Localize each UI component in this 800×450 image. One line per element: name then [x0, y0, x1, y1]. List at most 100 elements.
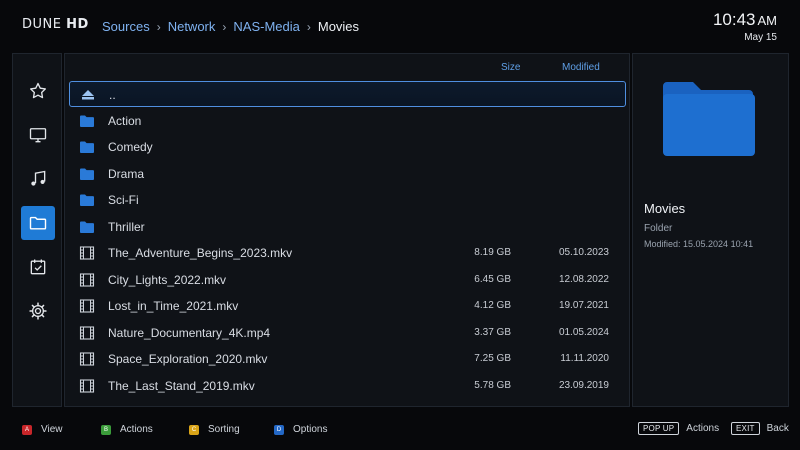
nav-item-settings[interactable]: [21, 294, 55, 328]
hint-exit-label: Back: [766, 423, 789, 434]
logo-main: DUNE: [22, 17, 62, 32]
row-name: Drama: [108, 166, 145, 181]
up-arrow-icon: [82, 90, 94, 100]
logo-suffix: HD: [66, 17, 89, 32]
row-modified: 12.08.2022: [558, 273, 609, 285]
key-c-icon: C: [189, 424, 199, 435]
hint-popup-label: Actions: [686, 423, 720, 434]
nav-item-favorites[interactable]: [21, 74, 55, 108]
hint-options-label: Options: [293, 424, 328, 435]
clock: 10:43 AM May 15: [713, 10, 777, 43]
row-size: 3.37 GB: [474, 326, 511, 338]
clock-time-value: 10:43: [712, 10, 756, 29]
row-size: 8.19 GB: [474, 247, 511, 258]
key-a-icon: A: [22, 424, 32, 435]
breadcrumb-item-current: Movies: [317, 19, 360, 34]
row-modified: 23.09.2019: [558, 379, 609, 391]
folder-row[interactable]: Comedy: [69, 134, 626, 160]
gear-icon: [29, 302, 47, 320]
film-icon: [79, 378, 95, 393]
row-name: The_Adventure_Begins_2023.mkv: [108, 246, 293, 260]
row-name: Lost_in_Time_2021.mkv: [108, 299, 239, 313]
row-name: Thriller: [108, 219, 145, 234]
hint-actions[interactable]: B Actions: [101, 424, 153, 435]
folder-icon: [80, 141, 94, 153]
folder-icon: [29, 216, 47, 230]
file-row[interactable]: The_Adventure_Begins_2023.mkv 8.19 GB 05.1…: [69, 240, 626, 266]
hint-sorting[interactable]: C Sorting: [189, 424, 240, 435]
folder-row[interactable]: Thriller: [69, 214, 626, 240]
tv-icon: [29, 128, 47, 143]
row-name: Action: [108, 113, 142, 128]
file-row[interactable]: Space_Exploration_2020.mkv 7.25 GB 11.11.2…: [69, 346, 626, 372]
file-row[interactable]: The_Last_Stand_2019.mkv 5.78 GB 23.09.2019: [69, 373, 626, 399]
row-modified: 11.11.2020: [560, 353, 609, 364]
parent-directory-row[interactable]: ..: [69, 81, 626, 107]
exit-key: EXIT: [731, 422, 760, 435]
info-modified: Modified: 15.05.2024 10:41: [644, 239, 754, 249]
breadcrumb-item-sources[interactable]: Sources: [102, 19, 150, 34]
clock-time: 10:43 AM: [713, 10, 777, 30]
popup-key: POP UP: [638, 422, 680, 435]
folder-icon: [80, 168, 94, 180]
row-name: Comedy: [108, 140, 153, 154]
column-header-modified[interactable]: Modified: [562, 62, 600, 73]
breadcrumb-separator-icon: ›: [156, 19, 161, 34]
row-modified: 01.05.2024: [558, 326, 609, 338]
film-icon: [79, 246, 95, 260]
info-panel: Movies Folder Modified: 15.05.2024 10:41: [632, 53, 789, 407]
row-size: 4.12 GB: [474, 300, 511, 311]
top-bar: DUNE HD Sources › Network › NAS-Media › …: [0, 0, 800, 52]
row-name: ..: [109, 88, 116, 102]
row-name: Nature_Documentary_4K.mp4: [108, 325, 271, 340]
breadcrumb-item-nas-media[interactable]: NAS-Media: [233, 19, 299, 34]
file-list: Size Modified .. Action Comedy Drama Sci-Fi T…: [64, 53, 630, 407]
clock-ampm: AM: [757, 13, 778, 28]
folder-row[interactable]: Drama: [69, 161, 626, 187]
nav-item-music[interactable]: [21, 162, 55, 196]
dune-hd-logo: DUNE HD: [22, 17, 89, 32]
column-header-size[interactable]: Size: [501, 62, 520, 73]
folder-icon: [80, 194, 94, 206]
hint-view-label: View: [41, 424, 63, 435]
breadcrumb-item-network[interactable]: Network: [168, 19, 216, 34]
row-name: The_Last_Stand_2019.mkv: [108, 378, 255, 393]
info-title: Movies: [644, 201, 686, 216]
key-b-icon: B: [101, 424, 111, 435]
row-name: Sci-Fi: [108, 193, 139, 207]
side-nav: [12, 53, 62, 407]
file-row[interactable]: Lost_in_Time_2021.mkv 4.12 GB 19.07.2021: [69, 293, 626, 319]
folder-row[interactable]: Action: [69, 108, 626, 134]
nav-item-tasks[interactable]: [21, 250, 55, 284]
breadcrumb-separator-icon: ›: [222, 19, 227, 34]
key-d-icon: D: [274, 424, 284, 435]
file-row[interactable]: Nature_Documentary_4K.mp4 3.37 GB 01.05.20…: [69, 320, 626, 346]
folder-icon: [80, 221, 94, 233]
row-modified: 19.07.2021: [558, 300, 609, 311]
star-icon: [30, 82, 46, 99]
film-icon: [79, 299, 95, 313]
hint-exit-back[interactable]: EXIT Back: [731, 422, 789, 435]
clock-date: May 15: [744, 32, 777, 43]
task-icon: [30, 259, 46, 275]
row-name: Space_Exploration_2020.mkv: [108, 352, 268, 366]
hint-view[interactable]: A View: [22, 424, 63, 435]
info-type: Folder: [644, 223, 673, 234]
row-modified: 05.10.2023: [558, 247, 609, 258]
large-folder-icon: [663, 82, 755, 156]
breadcrumb: Sources › Network › NAS-Media › Movies: [102, 19, 359, 34]
column-headers: Size Modified: [65, 62, 629, 76]
nav-item-sources[interactable]: [21, 206, 55, 240]
music-icon: [31, 170, 46, 186]
row-size: 5.78 GB: [474, 379, 511, 391]
bottom-bar: A View B Actions C Sorting D Options POP…: [0, 412, 800, 450]
breadcrumb-separator-icon: ›: [306, 19, 311, 34]
file-row[interactable]: City_Lights_2022.mkv 6.45 GB 12.08.2022: [69, 267, 626, 293]
hint-popup-actions[interactable]: POP UP Actions: [638, 422, 719, 435]
folder-row[interactable]: Sci-Fi: [69, 187, 626, 213]
row-size: 7.25 GB: [474, 353, 511, 364]
nav-item-tv[interactable]: [21, 118, 55, 152]
hint-options[interactable]: D Options: [274, 424, 327, 435]
row-name: City_Lights_2022.mkv: [108, 272, 227, 287]
hint-actions-label: Actions: [120, 424, 153, 435]
